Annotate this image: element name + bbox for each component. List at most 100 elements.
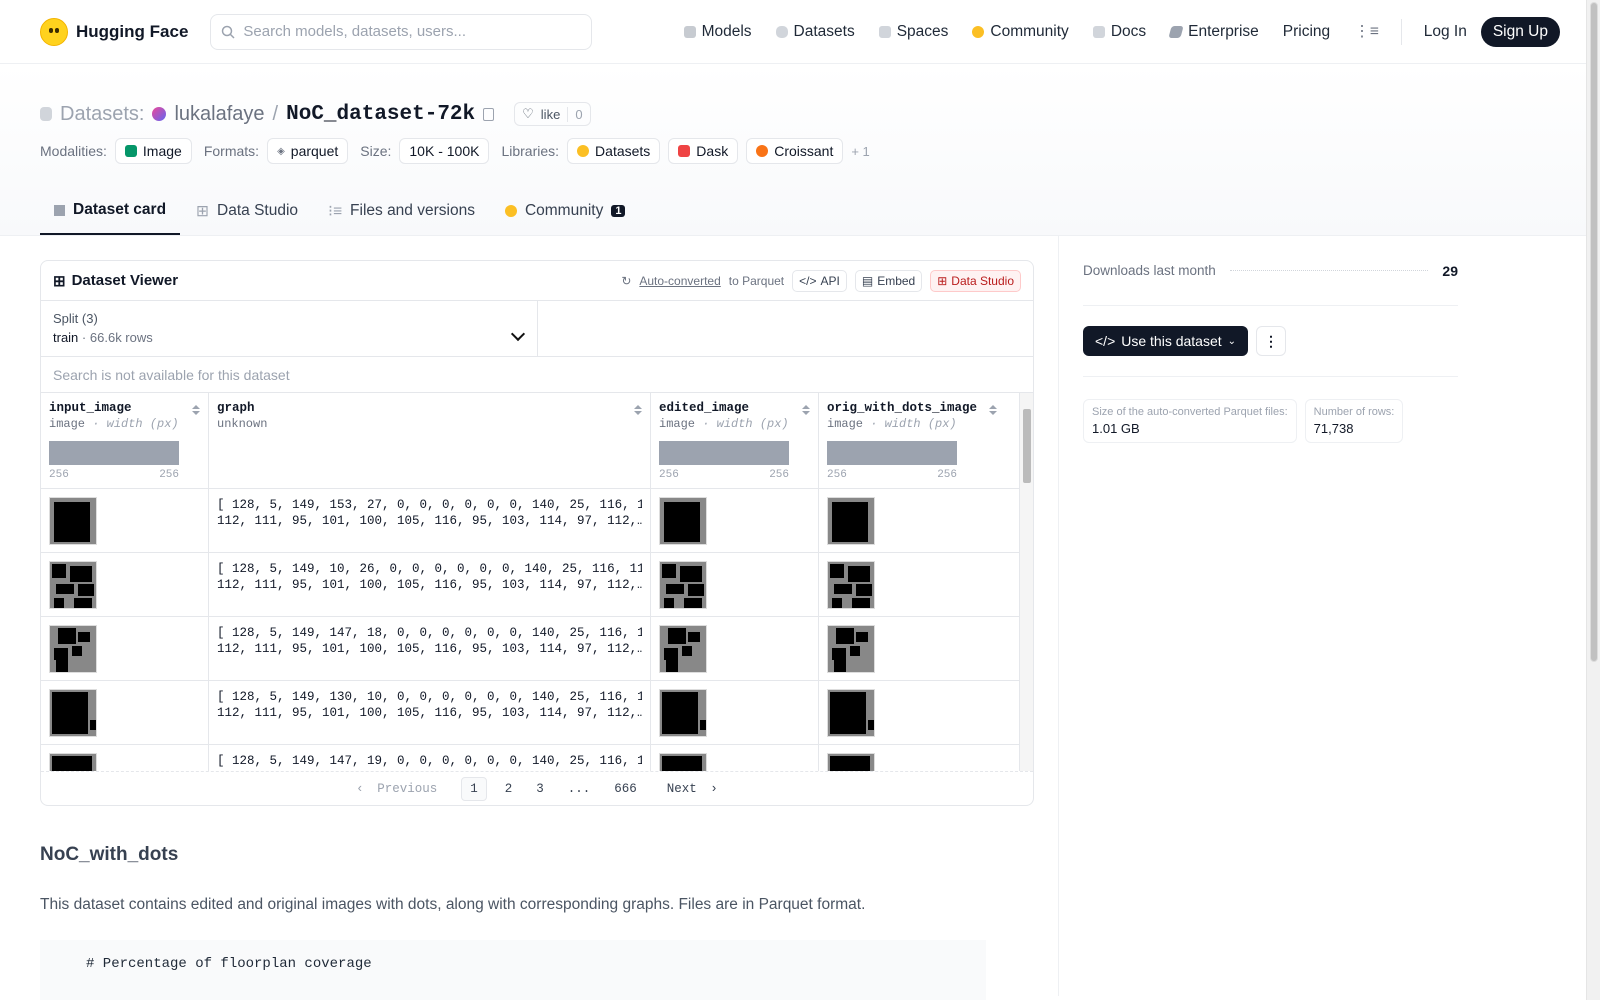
tag-lib-datasets[interactable]: Datasets — [567, 138, 661, 164]
tag-modality[interactable]: Image — [114, 138, 192, 164]
table-row[interactable]: [ 128, 5, 149, 10, 26, 0, 0, 0, 0, 0, 0,… — [41, 553, 1033, 617]
col-graph[interactable]: graph unknown — [209, 393, 651, 488]
page-scroll-thumb[interactable] — [1590, 2, 1598, 662]
page-scrollbar[interactable] — [1586, 0, 1600, 1000]
cell-edited-image[interactable] — [651, 489, 819, 552]
page-last[interactable]: 666 — [608, 778, 643, 800]
table-row[interactable]: [ 128, 5, 149, 130, 10, 0, 0, 0, 0, 0, 0… — [41, 681, 1033, 745]
tag-lib-croissant[interactable]: Croissant — [746, 138, 844, 164]
more-libraries[interactable]: + 1 — [851, 144, 869, 159]
cell-orig-with-dots-image[interactable] — [819, 553, 1019, 616]
cell-edited-image[interactable] — [651, 553, 819, 616]
nav-community[interactable]: Community — [962, 17, 1078, 47]
cell-orig-with-dots-image[interactable] — [819, 617, 1019, 680]
table-row[interactable]: [ 128, 5, 149, 153, 27, 0, 0, 0, 0, 0, 0… — [41, 489, 1033, 553]
tab-community[interactable]: Community 1 — [491, 189, 640, 235]
image-thumbnail[interactable] — [827, 561, 875, 609]
thumbnail-block — [56, 660, 68, 672]
image-thumbnail[interactable] — [827, 753, 875, 771]
sort-icon[interactable] — [989, 405, 997, 415]
data-studio-button[interactable]: ⊞ Data Studio — [930, 269, 1021, 292]
col-edited-image[interactable]: edited_image image · width (px) 256 256 — [651, 393, 819, 488]
repo-owner[interactable]: lukalafaye — [174, 103, 264, 126]
cell-orig-with-dots-image[interactable] — [819, 745, 1019, 771]
cell-orig-with-dots-image[interactable] — [819, 489, 1019, 552]
image-thumbnail[interactable] — [827, 625, 875, 673]
auto-converted-link[interactable]: Auto-converted — [639, 274, 720, 288]
cell-graph[interactable]: [ 128, 5, 149, 153, 27, 0, 0, 0, 0, 0, 0… — [209, 489, 651, 552]
nav-datasets[interactable]: Datasets — [766, 17, 865, 47]
cell-edited-image[interactable] — [651, 617, 819, 680]
table-row[interactable]: [ 128, 5, 149, 147, 18, 0, 0, 0, 0, 0, 0… — [41, 617, 1033, 681]
next-page[interactable]: Next › — [655, 778, 724, 800]
login-button[interactable]: Log In — [1414, 17, 1477, 47]
cell-graph[interactable]: [ 128, 5, 149, 10, 26, 0, 0, 0, 0, 0, 0,… — [209, 553, 651, 616]
nav-spaces[interactable]: Spaces — [869, 17, 959, 47]
scroll-thumb[interactable] — [1023, 409, 1031, 483]
repo-prefix[interactable]: Datasets: — [60, 103, 144, 126]
hugging-face-icon — [40, 17, 68, 46]
image-thumbnail[interactable] — [49, 753, 97, 771]
like-button[interactable]: ♡ like 0 — [514, 102, 591, 126]
image-thumbnail[interactable] — [659, 497, 707, 545]
table-row[interactable]: [ 128, 5, 149, 147, 19, 0, 0, 0, 0, 0, 0… — [41, 745, 1033, 771]
image-thumbnail[interactable] — [659, 625, 707, 673]
use-dataset-button[interactable]: </> Use this dataset ⌄ — [1083, 326, 1249, 356]
cell-graph[interactable]: [ 128, 5, 149, 147, 19, 0, 0, 0, 0, 0, 0… — [209, 745, 651, 771]
col-input-image[interactable]: input_image image · width (px) 256 256 — [41, 393, 209, 488]
image-thumbnail[interactable] — [49, 497, 97, 545]
refresh-icon: ↻ — [621, 273, 632, 288]
page-1[interactable]: 1 — [461, 776, 487, 801]
tab-files[interactable]: ⁝≡ Files and versions — [314, 189, 489, 235]
cell-graph[interactable]: [ 128, 5, 149, 147, 18, 0, 0, 0, 0, 0, 0… — [209, 617, 651, 680]
sort-icon[interactable] — [802, 405, 810, 415]
nav-menu[interactable]: ⋮≡ — [1344, 16, 1389, 47]
table-scrollbar[interactable] — [1019, 393, 1033, 771]
more-options-button[interactable]: ⋮ — [1256, 326, 1287, 356]
image-thumbnail[interactable] — [49, 625, 97, 673]
copy-icon[interactable] — [483, 107, 495, 121]
tag-lib-dask[interactable]: Dask — [668, 138, 739, 164]
image-thumbnail[interactable] — [49, 689, 97, 737]
nav-models[interactable]: Models — [674, 17, 762, 47]
image-thumbnail[interactable] — [659, 753, 707, 771]
cell-input-image[interactable] — [41, 489, 209, 552]
embed-button[interactable]: ▤ Embed — [854, 269, 923, 292]
tab-dataset-card[interactable]: Dataset card — [40, 189, 181, 235]
image-thumbnail[interactable] — [827, 689, 875, 737]
tag-format[interactable]: ◈ parquet — [267, 138, 349, 164]
cell-input-image[interactable] — [41, 681, 209, 744]
cell-edited-image[interactable] — [651, 681, 819, 744]
page-2[interactable]: 2 — [499, 778, 519, 800]
sort-icon[interactable] — [634, 405, 642, 415]
main-content: ⊞ Dataset Viewer ↻ Auto-converted to Parq… — [0, 236, 1600, 1000]
col-orig-with-dots-image[interactable]: orig_with_dots_image image · width (px) … — [819, 393, 1019, 488]
api-button[interactable]: </> API — [792, 269, 847, 292]
cell-input-image[interactable] — [41, 745, 209, 771]
image-thumbnail[interactable] — [49, 561, 97, 609]
repo-name[interactable]: NoC_dataset-72k — [286, 103, 475, 126]
cell-input-image[interactable] — [41, 553, 209, 616]
page-3[interactable]: 3 — [530, 778, 550, 800]
nav-enterprise-label: Enterprise — [1188, 22, 1259, 40]
cell-orig-with-dots-image[interactable] — [819, 681, 1019, 744]
prev-page[interactable]: ‹ Previous — [350, 778, 449, 800]
image-thumbnail[interactable] — [659, 689, 707, 737]
cell-edited-image[interactable] — [651, 745, 819, 771]
image-thumbnail[interactable] — [827, 497, 875, 545]
tag-lib-dask-label: Dask — [696, 143, 729, 159]
thumbnail-block — [856, 584, 872, 596]
cell-graph[interactable]: [ 128, 5, 149, 130, 10, 0, 0, 0, 0, 0, 0… — [209, 681, 651, 744]
brand-logo[interactable]: Hugging Face — [40, 17, 188, 46]
search-input[interactable]: Search models, datasets, users... — [210, 13, 593, 50]
image-thumbnail[interactable] — [659, 561, 707, 609]
signup-button[interactable]: Sign Up — [1480, 16, 1560, 47]
nav-pricing[interactable]: Pricing — [1273, 17, 1340, 47]
sort-icon[interactable] — [192, 405, 200, 415]
tab-data-studio[interactable]: ⊞ Data Studio — [182, 189, 312, 235]
nav-docs[interactable]: Docs — [1083, 17, 1156, 47]
split-selector[interactable]: Split (3) train · 66.6k rows — [41, 301, 538, 356]
nav-enterprise[interactable]: Enterprise — [1160, 17, 1269, 47]
tag-size[interactable]: 10K - 100K — [399, 138, 490, 164]
cell-input-image[interactable] — [41, 617, 209, 680]
